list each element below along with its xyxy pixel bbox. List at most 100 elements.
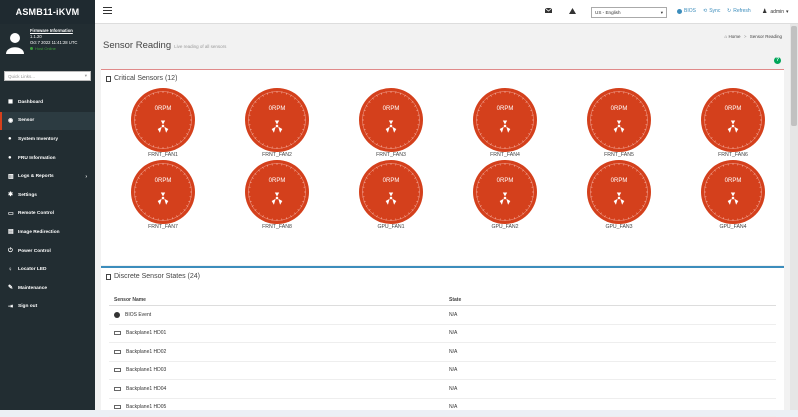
gear-icon: ✱: [8, 192, 14, 198]
gauge-label: FRNT_FAN6: [693, 152, 773, 158]
bookmark-icon: [106, 274, 111, 280]
sensor-gauge[interactable]: 0RPMGPU_FAN2: [465, 159, 545, 237]
sidebar-item-system-inventory[interactable]: ●System Inventory: [0, 130, 95, 149]
user-avatar-icon: [6, 32, 24, 54]
refresh-icon: ↻: [727, 8, 731, 14]
firmware-date: Oct 7 2022 11:41:28 UTC: [30, 40, 95, 45]
sidebar-item-remote-control[interactable]: ▭Remote Control: [0, 205, 95, 224]
status-dot-icon: [30, 47, 33, 50]
gauge-reading: 0RPM: [244, 106, 310, 112]
sensor-gauge[interactable]: 0RPMFRNT_FAN4: [465, 87, 545, 165]
sensor-name-cell: Backplane1 HD01: [109, 330, 447, 336]
gauge-label: FRNT_FAN5: [579, 152, 659, 158]
column-header-name[interactable]: Sensor Name: [109, 297, 447, 303]
sensor-gauge[interactable]: 0RPMFRNT_FAN1: [123, 87, 203, 165]
gauge-label: FRNT_FAN1: [123, 152, 203, 158]
info-icon: ●: [8, 136, 14, 142]
sidebar-item-sensor[interactable]: ◉Sensor: [0, 112, 95, 131]
gauge-reading: 0RPM: [700, 178, 766, 184]
language-value: US - English: [595, 10, 621, 15]
column-header-state[interactable]: State: [447, 297, 776, 303]
help-icon[interactable]: ?: [774, 57, 781, 64]
sensor-gauge[interactable]: 0RPMFRNT_FAN2: [237, 87, 317, 165]
sidebar-item-fru-information[interactable]: ●FRU Information: [0, 149, 95, 168]
sync-label: Sync: [709, 8, 720, 14]
sensor-gauge[interactable]: 0RPMGPU_FAN3: [579, 159, 659, 237]
table-row[interactable]: Backplane1 HD01N/A: [109, 325, 776, 344]
language-select[interactable]: US - English ▾: [591, 7, 667, 18]
table-row[interactable]: Backplane1 HD02N/A: [109, 343, 776, 362]
firmware-info-link[interactable]: Firmware Information: [30, 28, 95, 33]
sync-icon: ⟲: [703, 8, 707, 14]
firmware-version: 1.1.20: [30, 34, 95, 39]
table-row[interactable]: Backplane1 HD03N/A: [109, 362, 776, 381]
scrollbar[interactable]: [790, 24, 798, 410]
gauge-reading: 0RPM: [700, 106, 766, 112]
sensor-state: N/A: [447, 312, 776, 318]
gauge-grid: 0RPMFRNT_FAN1 0RPMFRNT_FAN2 0RPMFRNT_FAN…: [101, 70, 784, 265]
sensor-gauge[interactable]: 0RPMGPU_FAN1: [351, 159, 431, 237]
fan-gauge-icon: [130, 159, 196, 230]
sidebar-item-label: Sensor: [18, 118, 34, 123]
sidebar-item-sign-out[interactable]: ⇥Sign out: [0, 298, 95, 317]
discrete-sensors-title-text: Discrete Sensor States (24): [114, 273, 200, 280]
sidebar: ASMB11-iKVM Firmware Information 1.1.20 …: [0, 0, 95, 410]
sidebar-item-power-control[interactable]: ⏻Power Control: [0, 242, 95, 261]
drive-icon: [114, 368, 121, 372]
bios-button[interactable]: BIOS: [677, 8, 696, 14]
sidebar-item-label: Power Control: [18, 249, 51, 254]
page-subtitle: Live reading of all sensors: [174, 44, 226, 49]
gauge-reading: 0RPM: [586, 178, 652, 184]
sidebar-item-locator-led[interactable]: ♀Locator LED: [0, 260, 95, 279]
sensor-gauge[interactable]: 0RPM FRNT_FAN3: [351, 87, 431, 165]
sensor-gauge[interactable]: 0RPMFRNT_FAN8: [237, 159, 317, 237]
sync-button[interactable]: ⟲ Sync: [703, 8, 720, 14]
hamburger-menu-icon[interactable]: [103, 7, 112, 14]
user-icon: ♟: [762, 8, 767, 15]
user-panel: Firmware Information 1.1.20 Oct 7 2022 1…: [0, 24, 95, 68]
sensor-state: N/A: [447, 386, 776, 392]
info-icon: [114, 312, 120, 318]
brand-logo: ASMB11-iKVM: [0, 0, 95, 24]
gauge-label: GPU_FAN1: [351, 224, 431, 230]
sensor-name: Backplane1 HD03: [126, 367, 166, 373]
critical-sensors-box: Critical Sensors (12) 0RPMFRNT_FAN1 0RPM…: [101, 69, 784, 265]
table-row[interactable]: Backplane1 HD04N/A: [109, 380, 776, 399]
sensor-gauge[interactable]: 0RPMFRNT_FAN7: [123, 159, 203, 237]
sensor-state: N/A: [447, 330, 776, 336]
gauge-reading: 0RPM: [472, 178, 538, 184]
table-body: BIOS EventN/ABackplane1 HD01N/ABackplane…: [109, 306, 776, 417]
sidebar-item-dashboard[interactable]: ◼Dashboard: [0, 93, 95, 112]
fan-gauge-icon: [472, 159, 538, 230]
gauge-label: FRNT_FAN3: [351, 152, 431, 158]
scrollbar-thumb[interactable]: [791, 26, 797, 126]
warning-icon[interactable]: [569, 8, 576, 14]
fan-gauge-icon: [586, 87, 652, 158]
sidebar-item-logs-reports[interactable]: ▥Logs & Reports›: [0, 167, 95, 186]
user-menu[interactable]: ♟ admin ▾: [762, 8, 789, 15]
breadcrumb-home[interactable]: Home: [729, 34, 741, 39]
refresh-button[interactable]: ↻ Refresh: [727, 8, 751, 14]
breadcrumb-separator: >: [744, 34, 747, 39]
sensor-gauge[interactable]: 0RPM FRNT_FAN6: [693, 87, 773, 165]
table-row[interactable]: Backplane1 HD05N/A: [109, 399, 776, 417]
quick-links-select[interactable]: Quick Links... ▾: [4, 71, 91, 81]
mail-icon[interactable]: [545, 8, 552, 13]
gauge-reading: 0RPM: [244, 178, 310, 184]
sensor-gauge[interactable]: 0RPMFRNT_FAN5: [579, 87, 659, 165]
host-status-text: Host Online: [35, 46, 56, 51]
gauge-reading: 0RPM: [358, 106, 424, 112]
table-row[interactable]: BIOS EventN/A: [109, 306, 776, 325]
drive-icon: [114, 387, 121, 391]
gauge-label: FRNT_FAN4: [465, 152, 545, 158]
page-title: Sensor ReadingLive reading of all sensor…: [103, 40, 226, 51]
sidebar-item-settings[interactable]: ✱Settings: [0, 186, 95, 205]
top-bar: US - English ▾ BIOS ⟲ Sync ↻ Refresh ♟ a…: [95, 0, 798, 24]
discrete-sensor-table: Sensor Name State BIOS EventN/ABackplane…: [109, 294, 776, 417]
sidebar-item-image-redirection[interactable]: ▤Image Redirection: [0, 223, 95, 242]
main-content: Sensor ReadingLive reading of all sensor…: [95, 24, 790, 410]
bios-label: BIOS: [684, 8, 696, 14]
sensor-gauge[interactable]: 0RPMGPU_FAN4: [693, 159, 773, 237]
fan-gauge-icon: [700, 87, 766, 158]
sidebar-item-maintenance[interactable]: ✎Maintenance: [0, 279, 95, 298]
